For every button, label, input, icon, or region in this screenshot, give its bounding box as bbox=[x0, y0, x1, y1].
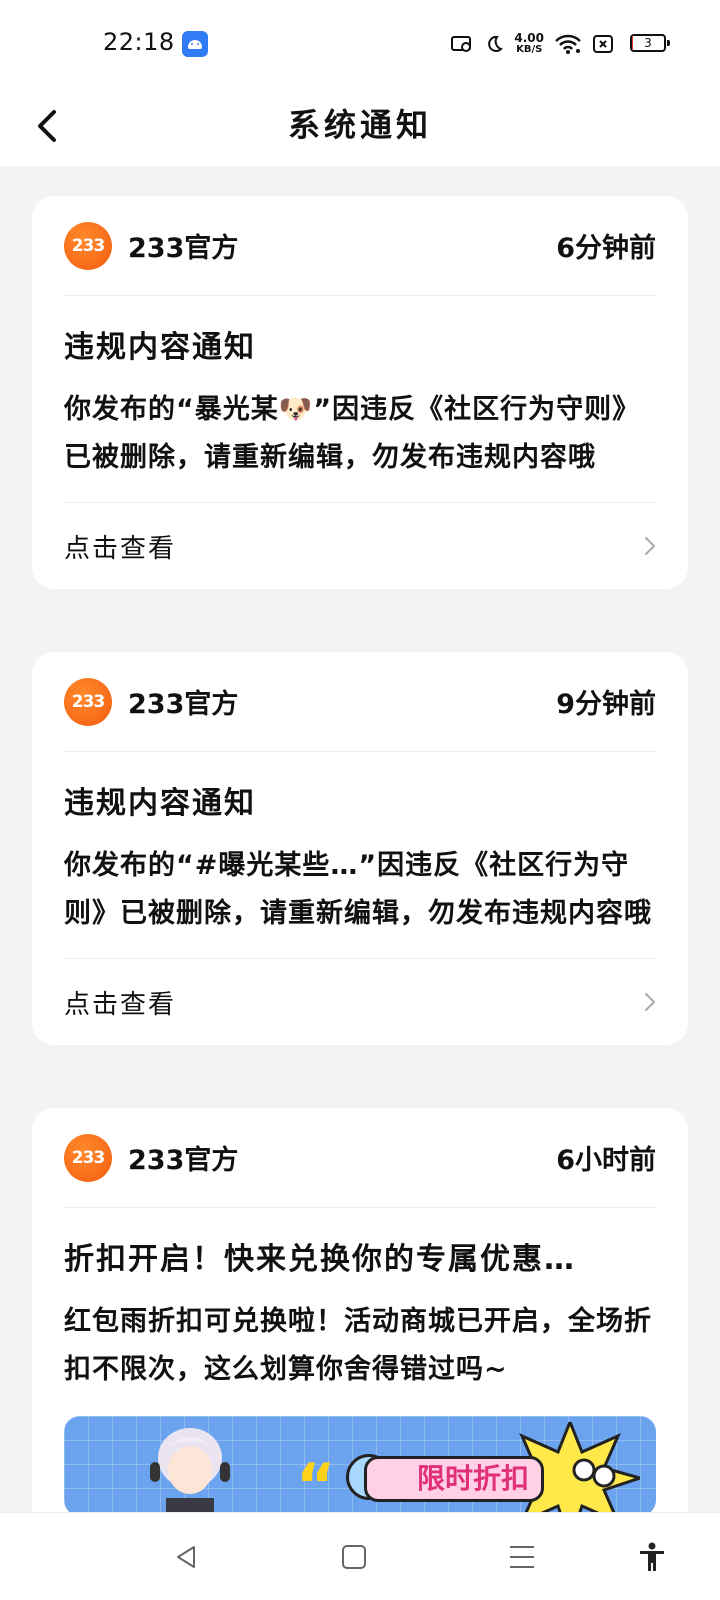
promo-banner-image[interactable]: “ 限时折扣 bbox=[64, 1416, 656, 1512]
message-title: 违规内容通知 bbox=[64, 786, 256, 821]
promo-badge: 限时折扣 bbox=[364, 1456, 544, 1502]
time-ago: 9分钟前 bbox=[556, 689, 656, 720]
page-title: 系统通知 bbox=[287, 106, 432, 144]
chevron-right-icon bbox=[645, 993, 656, 1011]
screen-icon bbox=[451, 36, 472, 52]
accessibility-icon[interactable] bbox=[636, 1541, 668, 1573]
card-body: 折扣开启！快来兑换你的专属优惠… 红包雨折扣可兑换啦！活动商城已开启，全场折扣不… bbox=[64, 1208, 656, 1512]
message-title: 折扣开启！快来兑换你的专属优惠… bbox=[64, 1242, 576, 1277]
android-app-icon bbox=[182, 31, 208, 57]
time-ago: 6分钟前 bbox=[556, 233, 656, 264]
sender-name: 233官方 bbox=[128, 233, 239, 264]
notification-card[interactable]: 233 233官方 9分钟前 违规内容通知 你发布的“#曝光某些…”因违反《社区… bbox=[32, 652, 688, 1045]
sender-name: 233官方 bbox=[128, 1145, 239, 1176]
net-speed: 4.00 KB/S bbox=[514, 31, 544, 55]
message-title: 违规内容通知 bbox=[64, 330, 256, 365]
view-details-row[interactable]: 点击查看 bbox=[64, 959, 656, 1045]
avatar[interactable]: 233 bbox=[64, 677, 112, 726]
status-time: 22:18 bbox=[103, 28, 175, 56]
card-header: 233 233官方 6分钟前 bbox=[64, 196, 656, 296]
chevron-right-icon bbox=[645, 537, 656, 555]
avatar[interactable]: 233 bbox=[64, 1133, 112, 1182]
battery-level-text: 3 bbox=[644, 36, 652, 50]
notification-card[interactable]: 233 233官方 6分钟前 违规内容通知 你发布的“暴光某🐶”因违反《社区行为… bbox=[32, 196, 688, 589]
battery-level-fill bbox=[632, 36, 633, 50]
message-text: 红包雨折扣可兑换啦！活动商城已开启，全场折扣不限次，这么划算你舍得错过吗~ bbox=[64, 1306, 652, 1385]
card-header: 233 233官方 9分钟前 bbox=[64, 652, 656, 752]
battery-icon: 3 bbox=[630, 34, 670, 52]
card-body: 违规内容通知 你发布的“暴光某🐶”因违反《社区行为守则》已被删除，请重新编辑，勿… bbox=[64, 296, 656, 503]
moon-icon bbox=[488, 35, 504, 52]
view-details-label: 点击查看 bbox=[64, 989, 177, 1020]
card-body: 违规内容通知 你发布的“#曝光某些…”因违反《社区行为守则》已被删除，请重新编辑… bbox=[64, 752, 656, 959]
notification-list[interactable]: 233 233官方 6分钟前 违规内容通知 你发布的“暴光某🐶”因违反《社区行为… bbox=[0, 166, 720, 1512]
menu-lines-icon[interactable] bbox=[506, 1541, 538, 1573]
sim-x-icon bbox=[593, 35, 613, 53]
message-text: 你发布的“#曝光某些…”因违反《社区行为守则》已被删除，请重新编辑，勿发布违规内… bbox=[64, 850, 652, 929]
avatar[interactable]: 233 bbox=[64, 221, 112, 270]
top-bar: 系统通知 bbox=[0, 88, 720, 166]
message-text: 你发布的“暴光某🐶”因违反《社区行为守则》已被删除，请重新编辑，勿发布违规内容哦 bbox=[64, 394, 641, 473]
net-speed-value: 4.00 bbox=[514, 31, 544, 45]
view-details-label: 点击查看 bbox=[64, 533, 177, 564]
system-nav-bar bbox=[0, 1512, 720, 1600]
character-illustration bbox=[150, 1428, 230, 1512]
card-header: 233 233官方 6小时前 bbox=[64, 1108, 656, 1208]
wifi-icon bbox=[555, 34, 581, 54]
sender-name: 233官方 bbox=[128, 689, 239, 720]
quote-mark-decoration: “ bbox=[296, 1451, 336, 1512]
net-speed-unit: KB/S bbox=[516, 44, 543, 55]
view-details-row[interactable]: 点击查看 bbox=[64, 503, 656, 589]
back-triangle-icon[interactable] bbox=[170, 1541, 202, 1573]
status-bar: 22:18 4.00 KB/S 3 bbox=[0, 0, 720, 88]
time-ago: 6小时前 bbox=[556, 1145, 656, 1176]
home-square-icon[interactable] bbox=[338, 1541, 370, 1573]
notification-card[interactable]: 233 233官方 6小时前 折扣开启！快来兑换你的专属优惠… 红包雨折扣可兑换… bbox=[32, 1108, 688, 1512]
